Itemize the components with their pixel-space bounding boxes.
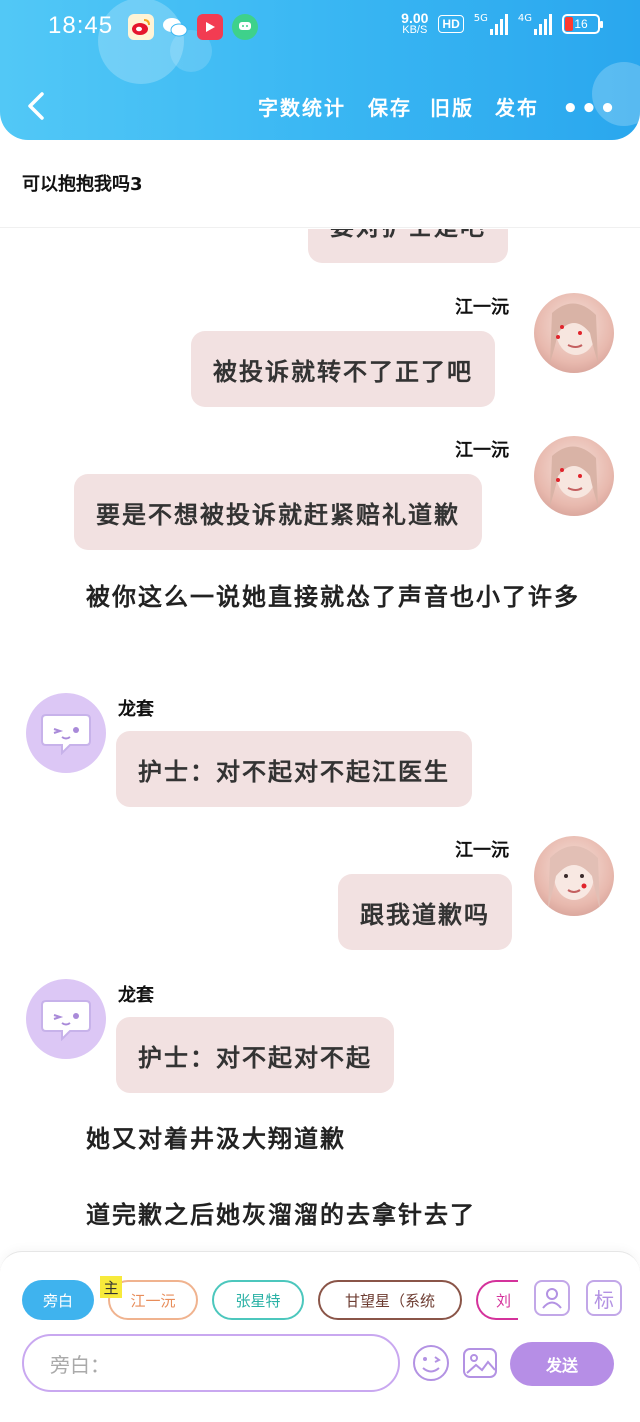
narration-text[interactable]: 道完歉之后她灰溜溜的去拿针去了 — [42, 1195, 602, 1235]
message-input[interactable]: 旁白： — [22, 1334, 400, 1392]
message-bubble[interactable]: 要是不想被投诉就赶紧赔礼道歉 — [74, 474, 482, 550]
message-bubble[interactable]: 跟我道歉吗 — [338, 874, 512, 950]
image-icon — [463, 1348, 497, 1378]
chat-bubble-face-icon — [41, 714, 91, 755]
chat-bubble-face-icon — [41, 1000, 91, 1041]
publish-button[interactable]: 发布 — [495, 92, 539, 121]
main-character-tag: 主 — [100, 1276, 122, 1298]
battery-cap — [600, 21, 603, 28]
chevron-left-icon — [28, 92, 44, 120]
more-menu-button[interactable]: ••• — [562, 94, 618, 124]
character-manage-button[interactable] — [534, 1280, 570, 1316]
role-chip-zhang[interactable]: 张星特 — [212, 1280, 304, 1320]
avatar[interactable] — [534, 293, 614, 373]
avatar[interactable] — [26, 979, 106, 1059]
send-button[interactable]: 发送 — [510, 1342, 614, 1386]
speed-unit: KB/S — [402, 24, 428, 36]
role-chip-liu[interactable]: 刘 — [476, 1280, 518, 1320]
nav-bar: 字数统计 保存 旧版 发布 ••• — [0, 82, 640, 130]
app-header: 18:45 9.00 KB/S HD 5G 4G 16 字数统计 保存 旧版 发… — [0, 0, 640, 140]
avatar[interactable] — [26, 693, 106, 773]
user-icon — [542, 1288, 562, 1309]
role-chip-narrator[interactable]: 旁白 — [22, 1280, 94, 1320]
role-chip-gan[interactable]: 甘望星（系统 — [318, 1280, 462, 1320]
avatar[interactable] — [534, 436, 614, 516]
signal-4g: 4G — [518, 13, 552, 35]
video-app-icon — [197, 14, 223, 40]
document-title[interactable]: 可以抱抱我吗3 — [22, 170, 143, 196]
battery-icon: 16 — [562, 14, 603, 34]
speaker-name: 江一沅 — [455, 840, 509, 861]
emoji-icon — [413, 1345, 449, 1381]
message-bubble[interactable]: 被投诉就转不了正了吧 — [191, 331, 495, 407]
word-count-button[interactable]: 字数统计 — [258, 92, 346, 121]
signal-bars-icon — [534, 13, 552, 35]
avatar-portrait-icon — [550, 303, 598, 363]
message-bubble[interactable]: 护士：对不起对不起江医生 — [116, 731, 472, 807]
status-indicators: 9.00 KB/S HD 5G 4G 16 — [401, 10, 603, 36]
status-bar: 18:45 9.00 KB/S HD 5G 4G 16 — [0, 0, 640, 56]
speaker-name: 龙套 — [118, 985, 154, 1006]
avatar[interactable] — [534, 836, 614, 916]
battery-percent: 16 — [574, 17, 588, 31]
speaker-name: 龙套 — [118, 699, 154, 720]
speaker-name: 江一沅 — [455, 440, 509, 461]
story-content[interactable]: 要对护士是吧 江一沅 被投诉就转不了正了吧 江一沅 要是不想被投诉就赶紧赔礼道歉… — [0, 229, 640, 1251]
back-button[interactable] — [20, 88, 56, 124]
battery-level — [565, 17, 573, 31]
net-5g-label: 5G — [473, 13, 488, 24]
save-button[interactable]: 保存 — [368, 92, 412, 121]
image-button[interactable] — [461, 1344, 499, 1382]
mark-button[interactable]: 标 — [586, 1280, 622, 1316]
avatar-portrait-icon — [550, 446, 598, 506]
message-bubble[interactable]: 要对护士是吧 — [308, 229, 508, 263]
weibo-icon — [128, 14, 154, 40]
hd-badge: HD — [438, 15, 464, 33]
title-row: 可以抱抱我吗3 — [0, 140, 640, 228]
old-version-button[interactable]: 旧版 — [430, 92, 474, 121]
wechat-icon — [162, 14, 188, 40]
speed-value: 9.00 — [401, 10, 429, 26]
chat-app-icon — [232, 14, 258, 40]
composer-panel: 旁白 江一沅 主 张星特 甘望星（系统 刘 标 旁白： 发送 — [0, 1251, 640, 1422]
message-bubble[interactable]: 护士：对不起对不起 — [116, 1017, 394, 1093]
net-4g-label: 4G — [517, 13, 532, 24]
emoji-button[interactable] — [412, 1344, 450, 1382]
narration-text[interactable]: 被你这么一说她直接就怂了声音也小了许多 — [42, 577, 602, 617]
screen: 18:45 9.00 KB/S HD 5G 4G 16 字数统计 保存 旧版 发… — [0, 0, 640, 1422]
speaker-name: 江一沅 — [455, 297, 509, 318]
network-speed: 9.00 KB/S — [401, 10, 429, 36]
signal-5g: 5G — [474, 13, 508, 35]
avatar-portrait-icon — [548, 846, 600, 910]
narration-text[interactable]: 她又对着井汲大翔道歉 — [42, 1119, 602, 1159]
clock: 18:45 — [48, 12, 114, 39]
signal-bars-icon — [489, 13, 508, 35]
